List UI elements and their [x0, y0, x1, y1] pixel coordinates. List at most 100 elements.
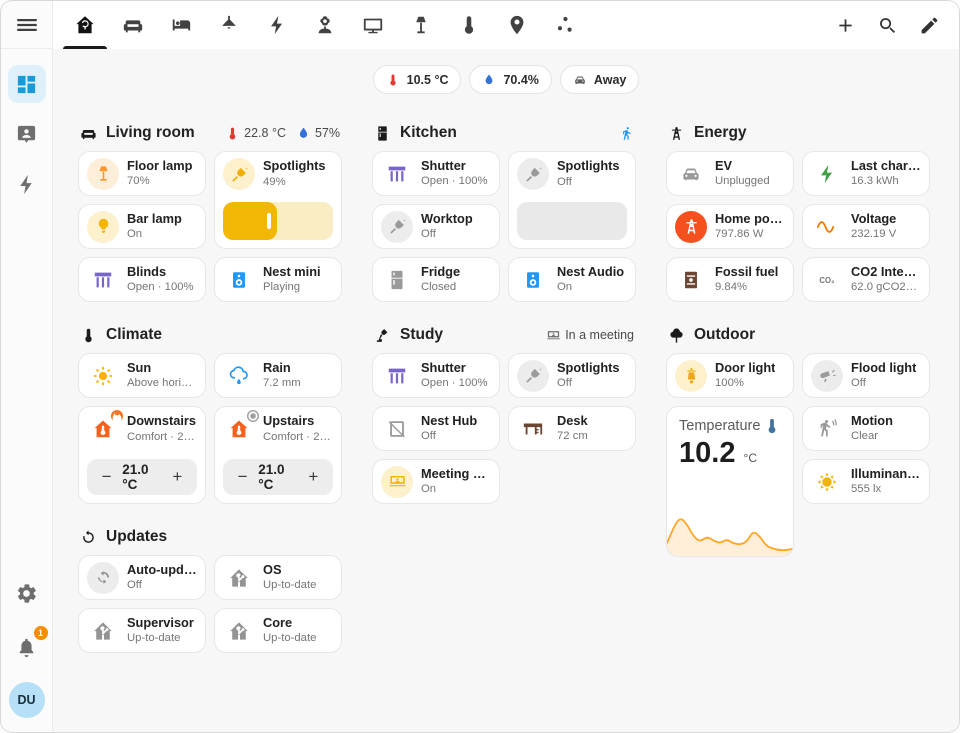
fridge-card[interactable]: FridgeClosed	[372, 257, 500, 302]
floor-lamp-card[interactable]: Floor lamp70%	[78, 151, 206, 196]
decrease-button[interactable]: −	[227, 461, 258, 493]
chip-presence[interactable]: Away	[560, 65, 639, 94]
os-card[interactable]: OSUp-to-date	[214, 555, 342, 600]
spotlights-card[interactable]: SpotlightsOff	[508, 353, 636, 398]
increase-button[interactable]: +	[298, 461, 329, 493]
flood-light-card[interactable]: Flood lightOff	[802, 353, 930, 398]
spotlights-card[interactable]: Spotlights49%	[214, 151, 342, 249]
ceiling-spot-button[interactable]	[517, 158, 549, 190]
edit-button[interactable]	[909, 5, 949, 45]
tab-floor-lamp[interactable]	[397, 1, 445, 49]
brightness-slider[interactable]	[223, 202, 333, 240]
add-button[interactable]	[825, 5, 865, 45]
notifications-button[interactable]: 1	[8, 628, 46, 666]
motion-card[interactable]: MotionClear	[802, 406, 930, 451]
tab-flower[interactable]	[301, 1, 349, 49]
laptop-account-button[interactable]	[381, 466, 413, 498]
temperature-graph-card[interactable]: Temperature10.2 °C	[666, 406, 794, 557]
decrease-button[interactable]: −	[91, 461, 122, 493]
window-shutter-button[interactable]	[381, 360, 413, 392]
menu-button[interactable]	[14, 12, 40, 38]
rain-card[interactable]: Rain7.2 mm	[214, 353, 342, 398]
settings-button[interactable]	[8, 574, 46, 612]
shutter-card[interactable]: ShutterOpen · 100%	[372, 353, 500, 398]
increase-button[interactable]: +	[162, 461, 193, 493]
house-thermometer-button[interactable]	[87, 413, 119, 445]
speaker-button[interactable]	[517, 264, 549, 296]
auto-update-card[interactable]: Auto-updateOff	[78, 555, 206, 600]
tab-ceiling-light[interactable]	[205, 1, 253, 49]
brightness-slider[interactable]	[517, 202, 627, 240]
downstairs-card[interactable]: DownstairsComfort · 20.…−21.0 °C+	[78, 406, 206, 504]
tab-map-marker[interactable]	[493, 1, 541, 49]
tab-scatter-plot[interactable]	[541, 1, 589, 49]
spotlights-card[interactable]: SpotlightsOff	[508, 151, 636, 249]
tablet-off-button[interactable]	[381, 413, 413, 445]
bar-lamp-card[interactable]: Bar lampOn	[78, 204, 206, 249]
tab-bed[interactable]	[157, 1, 205, 49]
slider-handle[interactable]	[267, 213, 271, 229]
ev-card[interactable]: EVUnplugged	[666, 151, 794, 196]
sidebar-item-assist[interactable]	[8, 115, 46, 153]
sine-wave-button[interactable]	[811, 211, 843, 243]
nest-hub-card[interactable]: Nest HubOff	[372, 406, 500, 451]
ceiling-spot-button[interactable]	[517, 360, 549, 392]
last-charge-card[interactable]: Last charge16.3 kWh	[802, 151, 930, 196]
chip-temperature[interactable]: 10.5 °C	[373, 65, 462, 94]
nest-audio-card[interactable]: Nest AudioOn	[508, 257, 636, 302]
voltage-card[interactable]: Voltage232.19 V	[802, 204, 930, 249]
fossil-fuel-card[interactable]: Fossil fuel9.84%	[666, 257, 794, 302]
ha-logo-button[interactable]	[223, 615, 255, 647]
flash-button[interactable]	[811, 158, 843, 190]
window-shutter-button[interactable]	[87, 264, 119, 296]
floor-lamp-button[interactable]	[87, 158, 119, 190]
shutter-card[interactable]: ShutterOpen · 100%	[372, 151, 500, 196]
fridge-button[interactable]	[381, 264, 413, 296]
supervisor-card[interactable]: SupervisorUp-to-date	[78, 608, 206, 653]
meeting-mo-card[interactable]: Meeting mo…On	[372, 459, 500, 504]
transmission-tower-button[interactable]	[675, 211, 707, 243]
home-power-card[interactable]: Home power797.86 W	[666, 204, 794, 249]
weather-rainy-button[interactable]	[223, 360, 255, 392]
sun-card[interactable]: SunAbove horizon	[78, 353, 206, 398]
chip-humidity[interactable]: 70.4%	[469, 65, 551, 94]
auto-update-button[interactable]	[87, 562, 119, 594]
tab-television[interactable]	[349, 1, 397, 49]
ceiling-spot-button[interactable]	[223, 158, 255, 190]
house-thermometer-button[interactable]	[223, 413, 255, 445]
motion-sensor-button[interactable]	[811, 413, 843, 445]
card-name: Voltage	[851, 211, 896, 228]
brightness-button[interactable]	[811, 466, 843, 498]
blinds-card[interactable]: BlindsOpen · 100%	[78, 257, 206, 302]
tab-flash[interactable]	[253, 1, 301, 49]
search-button[interactable]	[867, 5, 907, 45]
nest-mini-card[interactable]: Nest miniPlaying	[214, 257, 342, 302]
ceiling-spot-button[interactable]	[381, 211, 413, 243]
ha-logo-button[interactable]	[87, 615, 119, 647]
illuminance-card[interactable]: Illuminance555 lx	[802, 459, 930, 504]
co2-intensity-card[interactable]: CO₂CO2 Intensity62.0 gCO2eq/…	[802, 257, 930, 302]
wall-light-button[interactable]	[675, 360, 707, 392]
speaker-button[interactable]	[223, 264, 255, 296]
sidebar-item-energy[interactable]	[8, 165, 46, 203]
desk-button[interactable]	[517, 413, 549, 445]
floodlight-button[interactable]	[811, 360, 843, 392]
tab-sofa[interactable]	[109, 1, 157, 49]
card-name: Last charge	[851, 158, 921, 175]
upstairs-card[interactable]: UpstairsComfort · 21.…−21.0 °C+	[214, 406, 342, 504]
sun-button[interactable]	[87, 360, 119, 392]
desk-card[interactable]: Desk72 cm	[508, 406, 636, 451]
sidebar-item-dashboard[interactable]	[8, 65, 46, 103]
worktop-card[interactable]: WorktopOff	[372, 204, 500, 249]
door-light-card[interactable]: Door light100%	[666, 353, 794, 398]
tab-home-tab[interactable]	[61, 1, 109, 49]
window-shutter-button[interactable]	[381, 158, 413, 190]
user-avatar[interactable]: DU	[9, 682, 45, 718]
barrel-button[interactable]	[675, 264, 707, 296]
ha-logo-button[interactable]	[223, 562, 255, 594]
tab-thermometer[interactable]	[445, 1, 493, 49]
bulb-button[interactable]	[87, 211, 119, 243]
core-card[interactable]: CoreUp-to-date	[214, 608, 342, 653]
car-button[interactable]	[675, 158, 707, 190]
co2-button[interactable]: CO₂	[811, 264, 843, 296]
